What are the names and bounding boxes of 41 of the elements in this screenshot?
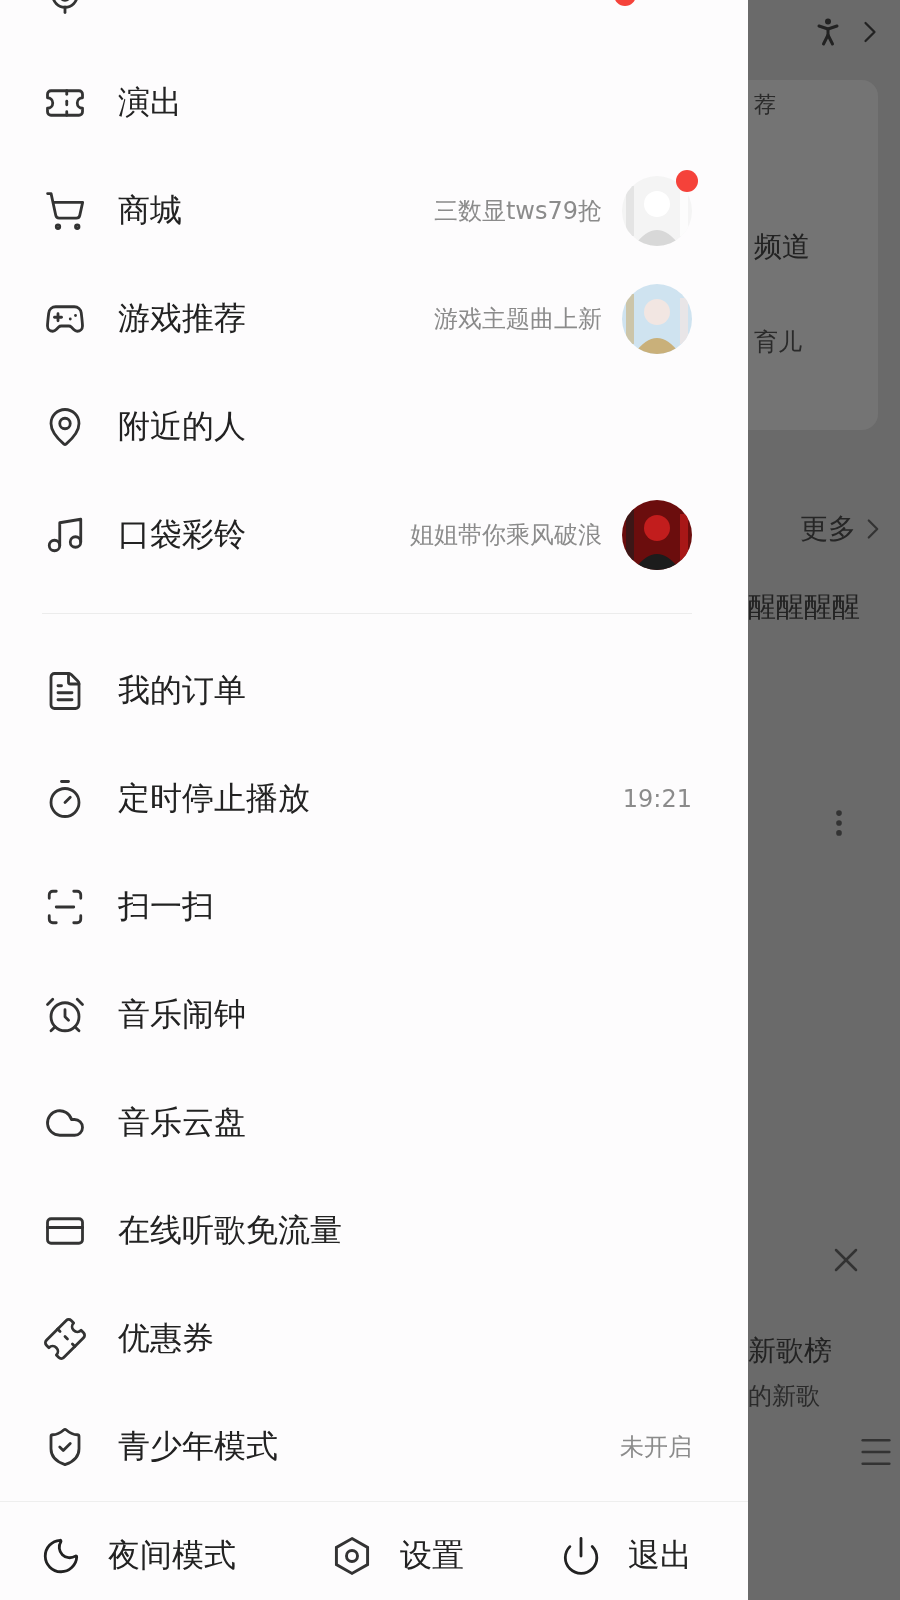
menu-label: 口袋彩铃 — [118, 514, 246, 555]
footer-button[interactable]: 退出 — [560, 1534, 748, 1578]
channel-subtitle: 育儿 — [754, 327, 802, 358]
menu-item[interactable]: 附近的人 — [0, 373, 748, 481]
menu-label: 商城 — [118, 190, 182, 231]
menu-item[interactable]: 商城 三数显tws79抢 — [0, 157, 748, 265]
menu-label: 青少年模式 — [118, 1426, 278, 1467]
song-title: 醒醒醒醒 — [748, 589, 861, 625]
menu-item[interactable]: 音乐闹钟 — [0, 961, 748, 1069]
menu-label: 游戏推荐 — [118, 298, 246, 339]
menu-item[interactable]: 音乐云盘 — [0, 1069, 748, 1177]
menu-item[interactable]: 演出 — [0, 49, 748, 157]
footer-button[interactable]: 设置 — [330, 1534, 560, 1578]
menu-item[interactable]: 游戏推荐 游戏主题曲上新 — [0, 265, 748, 373]
menu-item[interactable]: 优惠券 — [0, 1285, 748, 1393]
cart-icon — [44, 190, 86, 232]
menu-item[interactable]: 我的订单 — [0, 637, 748, 745]
menu-item[interactable]: 定时停止播放 19:21 — [0, 745, 748, 853]
menu-detail: 未开启 — [620, 1432, 692, 1463]
menu-label: 扫一扫 — [118, 886, 214, 927]
menu-label: 音乐云盘 — [118, 1102, 246, 1143]
menu-label: 定时停止播放 — [118, 778, 310, 819]
menu-detail: 三数显tws79抢 — [433, 196, 602, 227]
menu-item[interactable]: 扫一扫 — [0, 853, 748, 961]
chart-title: 新歌榜 — [748, 1333, 833, 1369]
menu-label: 演出 — [118, 82, 182, 123]
menu-item[interactable]: 青少年模式 未开启 — [0, 1393, 748, 1501]
menu-label: 优惠券 — [118, 1318, 214, 1359]
card-title: 荐 — [754, 91, 776, 119]
chart-subtitle: 的新歌 — [748, 1381, 821, 1412]
menu-label: 在线听歌免流量 — [118, 1210, 342, 1251]
menu-label: 附近的人 — [118, 406, 246, 447]
menu-item[interactable]: 在线听歌免流量 — [0, 1177, 748, 1285]
menu-detail: 游戏主题曲上新 — [434, 304, 602, 335]
menu-detail: 姐姐带你乘风破浪 — [410, 520, 602, 551]
menu-label: 音乐闹钟 — [118, 994, 246, 1035]
footer-button[interactable]: 夜间模式 — [40, 1534, 330, 1578]
menu-label: 我的订单 — [118, 670, 246, 711]
channel-title: 频道 — [754, 229, 810, 265]
menu-detail: 19:21 — [622, 785, 692, 813]
menu-item[interactable]: 口袋彩铃 姐姐带你乘风破浪 — [0, 481, 748, 589]
